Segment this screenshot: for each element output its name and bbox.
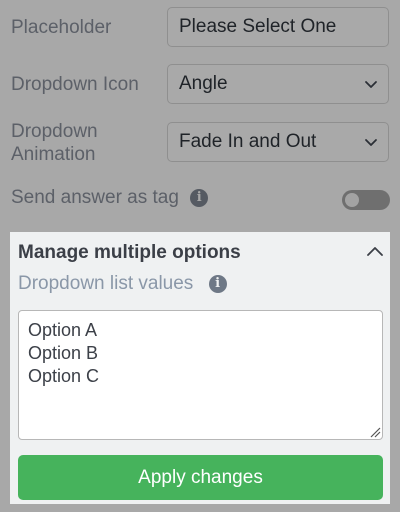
info-icon[interactable]: i	[190, 188, 209, 207]
placeholder-label: Placeholder	[11, 17, 112, 38]
dropdown-animation-label-line1: Dropdown	[11, 121, 98, 142]
dropdown-icon-select-value: Angle	[179, 73, 228, 94]
placeholder-input-value: Please Select One	[179, 16, 337, 37]
info-icon[interactable]: i	[208, 274, 227, 293]
manage-options-panel: Manage multiple options Dropdown list va…	[10, 232, 390, 504]
dropdown-icon-label: Dropdown Icon	[11, 74, 139, 95]
dropdown-list-values-text: Dropdown list values	[18, 273, 194, 294]
chevron-down-icon	[365, 139, 377, 146]
bottom-strip	[0, 504, 400, 512]
placeholder-input[interactable]: Please Select One	[167, 7, 389, 47]
send-tag-label-text: Send answer as tag	[11, 187, 179, 208]
dropdown-animation-label: Dropdown Animation	[11, 120, 98, 166]
panel-title: Manage multiple options	[18, 242, 241, 263]
options-textarea[interactable]: Option A Option B Option C	[18, 310, 383, 440]
apply-changes-button[interactable]: Apply changes	[18, 455, 383, 500]
chevron-up-icon[interactable]	[366, 244, 384, 258]
send-tag-label: Send answer as tag i	[11, 186, 209, 209]
chevron-down-icon	[365, 81, 377, 88]
dropdown-icon-select[interactable]: Angle	[167, 64, 389, 104]
dropdown-animation-select[interactable]: Fade In and Out	[167, 122, 389, 162]
send-tag-toggle[interactable]	[342, 190, 390, 210]
toggle-knob	[345, 193, 359, 207]
dropdown-list-values-label: Dropdown list values i	[18, 273, 227, 295]
resize-grip-icon[interactable]	[369, 426, 381, 438]
dropdown-animation-label-line2: Animation	[11, 144, 96, 165]
dropdown-animation-select-value: Fade In and Out	[179, 131, 317, 152]
